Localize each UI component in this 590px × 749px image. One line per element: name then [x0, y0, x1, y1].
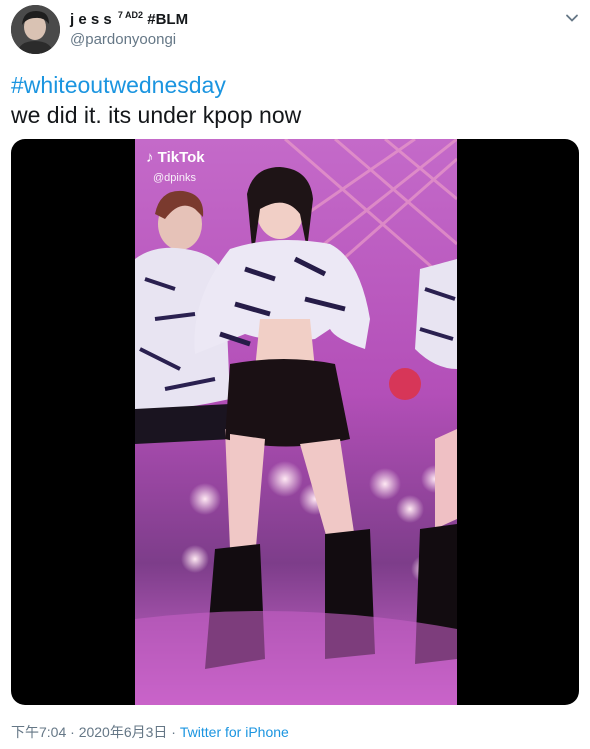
- meta-separator: ·: [66, 724, 79, 740]
- tiktok-note-icon: ♪: [146, 149, 154, 166]
- display-name-suffix: #BLM: [147, 11, 189, 28]
- tweet-date[interactable]: 2020年6月3日: [79, 724, 168, 740]
- user-avatar-photo-icon: [11, 5, 60, 54]
- display-name-superscript: 7 AD2: [117, 10, 144, 20]
- tweet-source-link[interactable]: Twitter for iPhone: [180, 724, 289, 740]
- tweet-body: we did it. its under kpop now: [11, 102, 302, 128]
- display-name[interactable]: j e s s 7 AD2 #BLM: [70, 10, 188, 28]
- tiktok-username: @dpinks: [153, 172, 196, 184]
- user-handle[interactable]: @pardonyoongi: [70, 31, 176, 48]
- display-name-text: j e s s: [70, 11, 112, 28]
- meta-separator-2: ·: [167, 724, 180, 740]
- avatar[interactable]: [11, 5, 60, 54]
- tweet-meta: 下午7:04 · 2020年6月3日 · Twitter for iPhone: [11, 722, 289, 742]
- hashtag-link[interactable]: #whiteoutwednesday: [11, 70, 301, 100]
- tweet-text: #whiteoutwednesday we did it. its under …: [11, 70, 301, 130]
- tiktok-watermark: ♪ TikTok: [146, 149, 205, 166]
- video-player[interactable]: ♪ TikTok @dpinks: [11, 139, 579, 705]
- chevron-down-icon[interactable]: [563, 9, 581, 27]
- tweet-time[interactable]: 下午7:04: [11, 724, 66, 740]
- tiktok-watermark-text: TikTok: [157, 149, 205, 166]
- video-frame: [135, 139, 457, 705]
